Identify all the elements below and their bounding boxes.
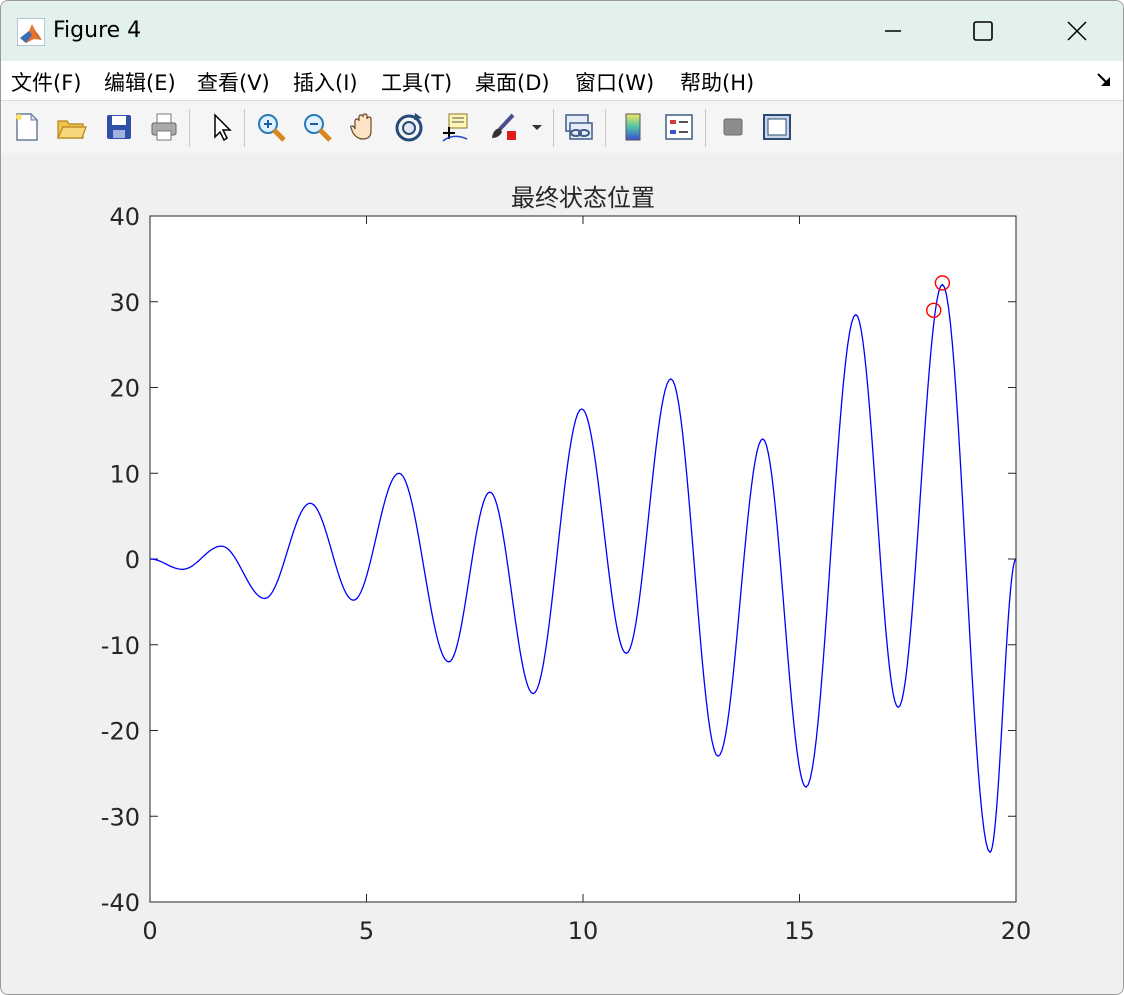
brush-dropdown-icon xyxy=(532,125,542,130)
brush-icon xyxy=(492,113,516,140)
menu-desktop[interactable]: 桌面(D) xyxy=(475,67,550,97)
figure-window: Figure 4 文件(F) 编辑(E) 查看(V) 插入(I) 工具(T) 桌… xyxy=(0,0,1124,995)
brush-dropdown-button[interactable] xyxy=(525,109,549,145)
y-tick-label: 10 xyxy=(109,460,140,488)
show-plot-tools-button[interactable] xyxy=(759,109,795,145)
save-button[interactable] xyxy=(101,109,137,145)
figure-toolbar xyxy=(1,101,1123,154)
new-figure-icon xyxy=(16,112,39,141)
y-tick-label: -40 xyxy=(101,889,140,917)
link-plot-button[interactable] xyxy=(561,109,597,145)
figure-canvas[interactable]: 0 5 10 15 20 -40 -30 -20 -10 0 10 20 30 40 最终状态位置 xyxy=(1,153,1123,994)
y-tick-label: -10 xyxy=(101,632,140,660)
data-cursor-button[interactable] xyxy=(437,109,473,145)
zoom-in-button[interactable] xyxy=(253,109,289,145)
menu-edit[interactable]: 编辑(E) xyxy=(104,67,176,97)
menu-bar: 文件(F) 编辑(E) 查看(V) 插入(I) 工具(T) 桌面(D) 窗口(W… xyxy=(1,61,1123,101)
rotate-3d-button[interactable] xyxy=(391,109,427,145)
x-tick-label: 20 xyxy=(1001,917,1032,945)
window-title: Figure 4 xyxy=(53,18,142,43)
maximize-icon xyxy=(973,21,993,41)
minimize-button[interactable] xyxy=(847,1,939,61)
open-file-button[interactable] xyxy=(53,109,89,145)
print-icon xyxy=(151,113,177,141)
menu-window[interactable]: 窗口(W) xyxy=(575,67,654,97)
x-tick-label: 10 xyxy=(568,917,599,945)
hide-plot-tools-button[interactable] xyxy=(715,109,751,145)
y-tick-label: 20 xyxy=(109,375,140,403)
zoom-out-button[interactable] xyxy=(299,109,335,145)
menu-insert[interactable]: 插入(I) xyxy=(293,67,358,97)
brush-button[interactable] xyxy=(485,109,521,145)
toolbar-separator xyxy=(553,109,554,147)
x-tick-label: 15 xyxy=(784,917,815,945)
pointer-icon xyxy=(214,113,232,142)
menu-help[interactable]: 帮助(H) xyxy=(680,67,754,97)
toolbar-separator xyxy=(189,109,190,147)
maximize-button[interactable] xyxy=(937,1,1029,61)
zoom-in-icon xyxy=(258,114,286,142)
pan-hand-icon xyxy=(350,113,372,140)
menu-view[interactable]: 查看(V) xyxy=(197,67,270,97)
line-chart[interactable]: 0 5 10 15 20 -40 -30 -20 -10 0 10 20 30 40 最终状态位置 xyxy=(1,153,1123,994)
show-plot-tools-icon xyxy=(763,114,791,140)
pan-button[interactable] xyxy=(345,109,381,145)
insert-legend-button[interactable] xyxy=(661,109,697,145)
toolbar-separator xyxy=(605,109,606,147)
menu-file[interactable]: 文件(F) xyxy=(11,67,81,97)
new-figure-button[interactable] xyxy=(9,109,45,145)
save-icon xyxy=(107,115,131,139)
minimize-icon xyxy=(885,30,901,32)
rotate-3d-icon xyxy=(395,113,423,142)
matlab-logo-icon xyxy=(17,18,45,46)
y-tick-label: -20 xyxy=(101,718,140,746)
close-button[interactable] xyxy=(1031,1,1123,61)
title-bar[interactable]: Figure 4 xyxy=(1,1,1123,61)
y-tick-label: 30 xyxy=(109,289,140,317)
hide-plot-tools-icon xyxy=(723,118,743,136)
zoom-out-icon xyxy=(304,114,332,142)
y-tick-label: 0 xyxy=(125,546,140,574)
toolbar-separator xyxy=(705,109,706,147)
x-tick-label: 0 xyxy=(142,917,157,945)
edit-plot-button[interactable] xyxy=(203,109,239,145)
y-tick-label: 40 xyxy=(109,203,140,231)
menu-tools[interactable]: 工具(T) xyxy=(381,67,452,97)
colorbar-icon xyxy=(625,113,641,141)
axes-background xyxy=(150,216,1016,902)
print-button[interactable] xyxy=(146,109,182,145)
dock-figure-icon[interactable] xyxy=(1095,71,1113,89)
open-file-icon xyxy=(57,120,87,139)
toolbar-separator xyxy=(244,109,245,147)
data-cursor-icon xyxy=(442,113,468,142)
x-tick-label: 5 xyxy=(359,917,374,945)
insert-colorbar-button[interactable] xyxy=(615,109,651,145)
close-icon xyxy=(1067,21,1087,41)
link-plot-icon xyxy=(565,114,593,140)
chart-title: 最终状态位置 xyxy=(511,184,655,212)
legend-icon xyxy=(665,114,693,140)
y-tick-label: -30 xyxy=(101,803,140,831)
